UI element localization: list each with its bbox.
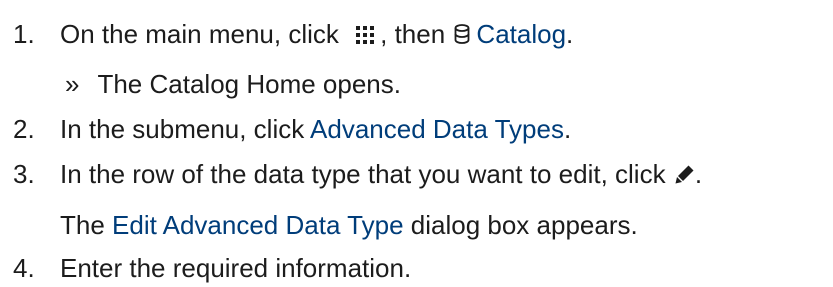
step-number: 2. <box>13 114 35 144</box>
catalog-ui-label: Catalog <box>476 19 567 49</box>
step-3-end: . <box>694 159 703 189</box>
database-icon <box>454 19 470 51</box>
note-text: 1.The Edit Advanced Data Type dialog box… <box>60 210 638 240</box>
step-text: Enter the required information. <box>60 253 412 283</box>
step-text: On the main menu, click , then Catalog. <box>60 18 573 51</box>
step-1-end: . <box>566 19 574 49</box>
step-3-text: In the row of the data type that you wan… <box>60 159 666 189</box>
grid-menu-icon <box>356 19 376 51</box>
note-end: dialog box appears. <box>410 210 638 240</box>
advanced-data-types-ui-label: Advanced Data Types <box>310 114 564 144</box>
step-1-text: On the main menu, click <box>60 19 339 49</box>
step-number: 3. <box>13 159 35 189</box>
step-2-end: . <box>563 114 572 144</box>
edit-advanced-data-type-ui-label: Edit Advanced Data Type <box>112 210 404 240</box>
step-number: 4. <box>13 253 35 283</box>
result-bullet: » <box>65 69 80 99</box>
pencil-icon <box>675 159 695 191</box>
step-text: In the submenu, click Advanced Data Type… <box>60 113 571 145</box>
result-line: » The Catalog Home opens. <box>65 68 401 100</box>
step-2-text: In the submenu, click <box>60 114 305 144</box>
instruction-steps: 1. On the main menu, click , then Catalo… <box>0 0 833 287</box>
step-1-mid: , then <box>380 19 446 49</box>
step-text: In the row of the data type that you wan… <box>60 158 702 191</box>
result-text: The Catalog Home opens. <box>97 69 401 99</box>
step-number: 1. <box>13 19 35 49</box>
